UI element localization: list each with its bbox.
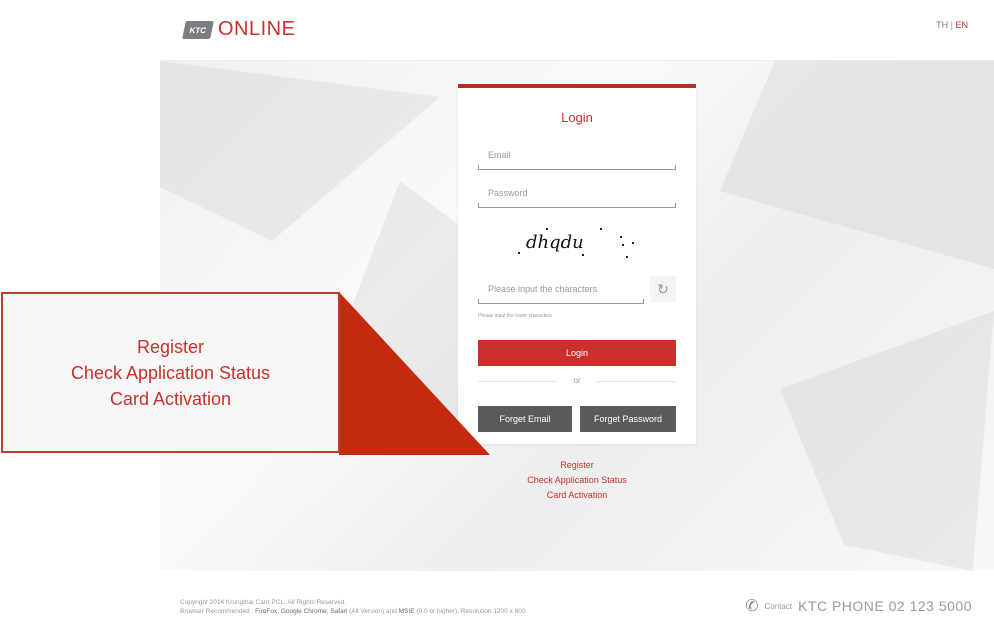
- logo-text: ONLINE: [218, 18, 296, 40]
- captcha-noise: [600, 228, 602, 230]
- ktc-online-logo[interactable]: KTC ONLINE: [182, 18, 296, 41]
- callout-card-activation: Card Activation: [109, 388, 232, 409]
- lang-separator: |: [950, 20, 953, 30]
- browser-firefox: FireFox: [255, 608, 278, 615]
- login-button[interactable]: Login: [478, 340, 676, 366]
- ktc-badge-icon: KTC: [182, 20, 214, 39]
- browser-sep-1: ,: [277, 608, 279, 615]
- bg-shard: [780, 311, 994, 571]
- contact-label: Contact: [764, 601, 793, 611]
- lang-th-link[interactable]: TH: [936, 20, 948, 30]
- browser-prefix: Browser Recommended :: [180, 608, 254, 615]
- callout-box: Register Check Application Status Card A…: [1, 292, 340, 453]
- browser-sep-2: ,: [326, 608, 329, 615]
- captcha-noise: [632, 242, 634, 244]
- card-activation-link[interactable]: Card Activation: [458, 488, 696, 503]
- captcha-noise: [518, 252, 520, 254]
- secondary-links: Register Check Application Status Card A…: [458, 458, 696, 503]
- footer: Copyright 2014 Krungthai Card PCL. All R…: [160, 572, 994, 642]
- register-link[interactable]: Register: [458, 458, 696, 473]
- check-application-status-link[interactable]: Check Application Status: [458, 473, 696, 488]
- refresh-icon: ↻: [657, 280, 669, 297]
- captcha-input[interactable]: Please input the characters: [478, 284, 644, 304]
- phone-icon: ✆: [745, 598, 759, 615]
- refresh-captcha-button[interactable]: ↻: [650, 276, 676, 302]
- forget-email-button[interactable]: Forget Email: [478, 406, 572, 432]
- contact-phone[interactable]: KTC PHONE 02 123 5000: [798, 598, 972, 614]
- bg-shard: [720, 61, 994, 269]
- login-card: Login Email Password dhqdu Please input …: [458, 84, 696, 444]
- captcha-noise: [622, 244, 624, 246]
- forget-password-button[interactable]: Forget Password: [580, 406, 676, 432]
- captcha-noise: [582, 254, 584, 256]
- captcha-hint: Please input the lower characters: [478, 313, 552, 319]
- lang-en-link[interactable]: EN: [955, 20, 968, 30]
- captcha-image: dhqdu: [508, 222, 646, 262]
- header: KTC ONLINE TH | EN: [160, 0, 994, 61]
- contact-info: ✆ Contact KTC PHONE 02 123 5000: [745, 596, 972, 616]
- copyright-line: Copyright 2014 Krungthai Card PCL. All R…: [180, 599, 347, 606]
- or-divider: or: [478, 376, 676, 385]
- captcha-noise: [546, 228, 548, 230]
- browser-msie: MSIE: [398, 608, 415, 615]
- callout-check-status: Check Application Status: [70, 362, 271, 383]
- browser-chrome: Google Chrome: [280, 608, 327, 615]
- captcha-text: dhqdu: [526, 231, 584, 253]
- browser-safari: Safari: [330, 608, 348, 615]
- captcha-noise: [620, 236, 622, 238]
- callout-register: Register: [136, 336, 205, 357]
- copyright-text: Copyright 2014 Krungthai Card PCL. All R…: [180, 598, 525, 616]
- browser-text-4: (9.0 or higher), Resolution 1200 x 800: [416, 608, 526, 615]
- language-switch: TH | EN: [936, 20, 968, 30]
- login-title: Login: [561, 110, 593, 125]
- captcha-noise: [626, 256, 628, 258]
- password-field[interactable]: Password: [478, 188, 676, 208]
- browser-text-3: (All Version) and: [349, 608, 397, 615]
- browser-recommendation: Browser Recommended : FireFox, Google Ch…: [180, 607, 525, 616]
- email-field[interactable]: Email: [478, 150, 676, 170]
